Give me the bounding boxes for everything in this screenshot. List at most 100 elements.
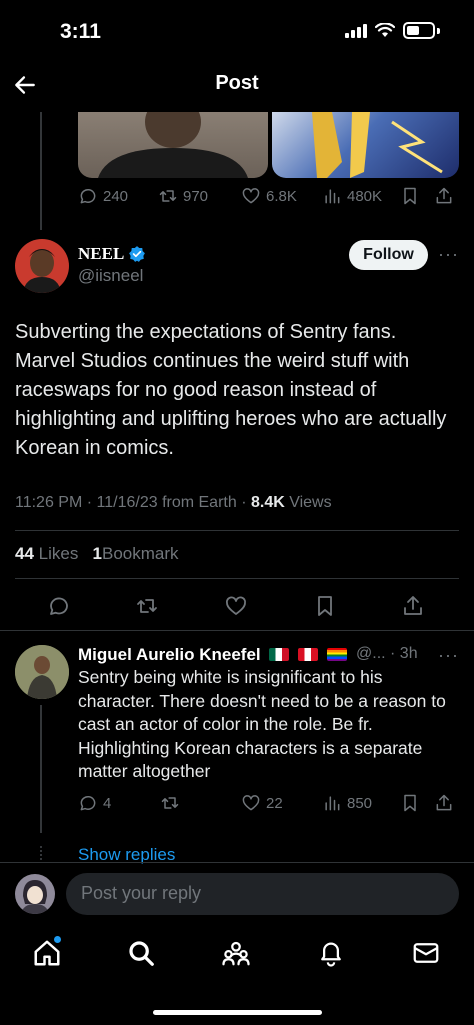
bookmark-icon	[404, 187, 416, 205]
divider	[15, 578, 459, 579]
quoted-share-action[interactable]	[434, 186, 454, 206]
post-share-action[interactable]	[401, 594, 425, 618]
reply-reply-count: 4	[103, 794, 112, 812]
repost-icon	[137, 599, 157, 613]
compose-bar: Post your reply	[0, 862, 474, 926]
share-icon	[436, 794, 452, 811]
reply-reply-action[interactable]: 4	[78, 793, 111, 813]
tab-communities[interactable]	[221, 938, 251, 968]
post-reply-action[interactable]	[47, 594, 71, 618]
tab-messages[interactable]	[411, 938, 441, 968]
reply-icon	[50, 597, 68, 615]
verified-icon	[129, 246, 146, 262]
messages-icon	[413, 943, 439, 963]
reply-views-count: 850	[347, 794, 373, 812]
media-image-left[interactable]	[78, 112, 268, 178]
quoted-bookmark-action[interactable]	[400, 186, 420, 206]
peru-flag-icon	[298, 648, 319, 661]
author-avatar-figure	[23, 249, 61, 293]
post-text: Subverting the expectations of Sentry fa…	[15, 321, 447, 459]
reply-icon	[80, 188, 96, 204]
views-icon	[325, 189, 340, 204]
quoted-reply-action[interactable]: 240	[78, 186, 128, 206]
likes-count[interactable]: 44	[15, 544, 34, 563]
post-like-action[interactable]	[224, 594, 248, 618]
author-handle[interactable]: @iisneel	[78, 266, 143, 286]
post-views-label: Views	[289, 494, 332, 511]
status-time: 3:11	[60, 20, 101, 43]
reply-icon	[80, 795, 96, 811]
quoted-like-action[interactable]: 6.8K	[241, 186, 297, 206]
quoted-repost-count: 970	[183, 187, 209, 205]
repost-icon	[159, 190, 177, 202]
search-icon	[129, 941, 154, 966]
media-left-figure	[98, 112, 248, 178]
media-right-figure	[312, 112, 443, 178]
follow-button[interactable]: Follow	[349, 240, 428, 270]
divider	[15, 530, 459, 531]
share-icon	[404, 596, 422, 615]
post-date: 11/16/23	[96, 494, 158, 511]
status-bar: 3:11	[0, 0, 474, 60]
tab-notifications[interactable]	[316, 938, 346, 968]
my-avatar-figure	[21, 880, 49, 914]
home-indicator[interactable]	[153, 1010, 322, 1015]
home-unread-dot	[54, 936, 61, 943]
rainbow-flag-icon	[326, 648, 347, 661]
reply-share-action[interactable]	[434, 793, 454, 813]
thread-dots	[40, 846, 42, 860]
wifi-icon	[375, 23, 395, 37]
author-avatar[interactable]	[15, 239, 69, 293]
quoted-reply-count: 240	[103, 187, 129, 205]
reply-more-icon[interactable]: ···	[438, 645, 459, 666]
author-name: NEEL	[78, 244, 125, 263]
post-time: 11:26 PM	[15, 494, 83, 511]
reply-author-row[interactable]: Miguel Aurelio Kneefel	[78, 645, 347, 665]
post-meta: 11:26 PM · 11/16/23 from Earth · 8.4K Vi…	[15, 494, 332, 511]
more-icon[interactable]: ···	[438, 244, 459, 265]
top-bar: Post	[0, 60, 474, 110]
reply-views-action[interactable]: 850	[322, 793, 372, 813]
post-views-count: 8.4K	[250, 494, 285, 511]
signal-icon	[345, 23, 367, 38]
bookmarks-label[interactable]: Bookmark	[102, 544, 179, 563]
repost-icon	[161, 797, 179, 809]
reply-repost-action[interactable]	[160, 793, 180, 813]
post-source: from Earth	[162, 494, 237, 511]
reply-handle-time: @... · 3h	[356, 645, 418, 662]
bookmarks-count[interactable]: 1	[93, 544, 102, 563]
notifications-icon	[321, 942, 341, 967]
battery-tip	[437, 27, 440, 34]
post-stats: 44 Likes 1Bookmark	[15, 544, 179, 564]
status-icons	[345, 22, 440, 39]
battery-icon	[403, 22, 435, 39]
post-bookmark-action[interactable]	[313, 594, 337, 618]
likes-label[interactable]: Likes	[39, 544, 79, 563]
thread-line	[40, 112, 42, 230]
bookmark-icon	[318, 596, 332, 616]
like-icon	[242, 795, 260, 811]
author-name-row[interactable]: NEEL	[78, 244, 146, 264]
reply-thread-line	[40, 705, 42, 833]
quoted-repost-action[interactable]: 970	[158, 186, 208, 206]
reply-author-avatar[interactable]	[15, 645, 69, 699]
quoted-views-count: 480K	[347, 187, 383, 205]
post-repost-action[interactable]	[135, 594, 159, 618]
reply-bookmark-action[interactable]	[400, 793, 420, 813]
quoted-like-count: 6.8K	[266, 187, 297, 205]
page-title: Post	[215, 72, 259, 94]
reply-author-name: Miguel Aurelio Kneefel	[78, 645, 261, 664]
media-image-right[interactable]	[272, 112, 459, 178]
views-icon	[325, 796, 340, 811]
reply-avatar-figure	[15, 645, 69, 699]
like-icon	[242, 188, 260, 204]
reply-like-action[interactable]: 22	[241, 793, 283, 813]
reply-text: Sentry being white is insignificant to h…	[78, 667, 446, 781]
tab-search[interactable]	[126, 938, 156, 968]
my-avatar[interactable]	[15, 874, 55, 914]
share-icon	[436, 187, 452, 204]
divider	[0, 630, 474, 631]
mexico-flag-icon	[269, 648, 290, 661]
quoted-views-action[interactable]: 480K	[322, 186, 382, 206]
reply-input[interactable]: Post your reply	[66, 873, 459, 915]
